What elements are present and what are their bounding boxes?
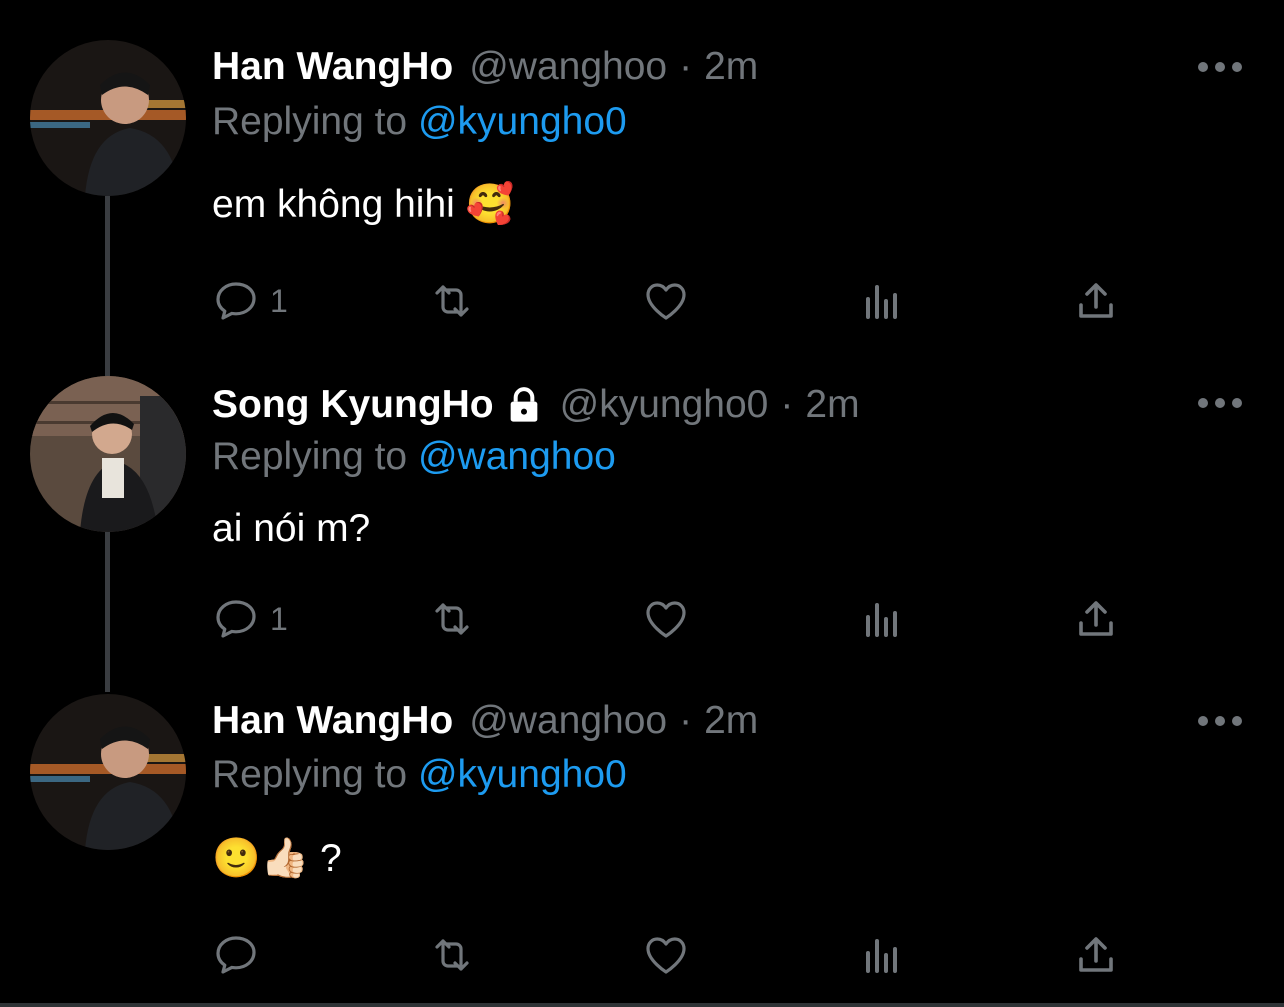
views-icon	[866, 939, 897, 973]
like-icon	[646, 937, 686, 974]
replying-label: Replying to	[212, 753, 408, 796]
lock-icon	[510, 387, 537, 422]
mention-link[interactable]: @kyungho0	[418, 753, 627, 796]
views-icon	[866, 603, 897, 637]
retweet-button[interactable]	[428, 276, 476, 326]
mention-link[interactable]: @wanghoo	[418, 435, 616, 478]
reply-icon	[216, 282, 256, 320]
share-icon	[1079, 601, 1113, 636]
share-icon	[1079, 283, 1113, 318]
share-button[interactable]	[1072, 594, 1120, 644]
views-button[interactable]	[858, 930, 906, 980]
like-icon	[646, 601, 686, 638]
more-icon[interactable]	[1198, 60, 1242, 74]
reply-icon	[216, 936, 256, 974]
replying-to: Replying to @kyungho0	[212, 750, 627, 800]
more-icon[interactable]	[1198, 714, 1242, 728]
views-icon	[866, 285, 897, 319]
tweet-header: Han WangHo @wanghoo · 2m	[212, 42, 758, 92]
views-button[interactable]	[858, 276, 906, 326]
tweet-text: ai nói m?	[212, 507, 371, 550]
user-handle[interactable]: @kyungho0	[560, 380, 769, 430]
avatar[interactable]	[30, 376, 186, 532]
avatar[interactable]	[30, 694, 186, 850]
separator: ·	[679, 45, 693, 88]
share-icon	[1079, 937, 1113, 972]
tweet-text: em không hihi 🥰	[212, 183, 515, 226]
tweet-header: Song KyungHo @kyungho0 · 2m	[212, 380, 860, 430]
action-bar: 1	[0, 276, 1284, 326]
user-handle[interactable]: @wanghoo	[469, 42, 667, 92]
retweet-icon	[435, 285, 469, 317]
separator: ·	[780, 383, 794, 426]
retweet-icon	[435, 603, 469, 635]
replying-to: Replying to @kyungho0	[212, 97, 627, 147]
display-name[interactable]: Song KyungHo	[212, 380, 494, 430]
like-button[interactable]	[642, 594, 690, 644]
conversation-thread: Han WangHo @wanghoo · 2m Replying to @ky…	[0, 0, 1284, 1007]
avatar[interactable]	[30, 40, 186, 196]
more-icon[interactable]	[1198, 396, 1242, 410]
user-handle[interactable]: @wanghoo	[469, 696, 667, 746]
reply-count: 1	[270, 282, 288, 319]
replying-label: Replying to	[212, 100, 408, 143]
retweet-button[interactable]	[428, 594, 476, 644]
reply-button[interactable]: 1	[212, 594, 288, 644]
share-button[interactable]	[1072, 276, 1120, 326]
display-name[interactable]: Han WangHo	[212, 696, 453, 746]
timestamp[interactable]: 2m	[704, 696, 758, 746]
reply-button[interactable]	[212, 930, 270, 980]
views-button[interactable]	[858, 594, 906, 644]
retweet-icon	[435, 939, 469, 971]
mention-link[interactable]: @kyungho0	[418, 100, 627, 143]
reply-button[interactable]: 1	[212, 276, 288, 326]
timestamp[interactable]: 2m	[704, 42, 758, 92]
like-button[interactable]	[642, 276, 690, 326]
like-button[interactable]	[642, 930, 690, 980]
tweet-header: Han WangHo @wanghoo · 2m	[212, 696, 758, 746]
replying-to: Replying to @wanghoo	[212, 432, 616, 482]
divider	[0, 1003, 1284, 1007]
action-bar	[0, 930, 1284, 980]
timestamp[interactable]: 2m	[805, 380, 859, 430]
share-button[interactable]	[1072, 930, 1120, 980]
reply-icon	[216, 600, 256, 638]
separator: ·	[679, 699, 693, 742]
replying-label: Replying to	[212, 435, 408, 478]
like-icon	[646, 283, 686, 320]
tweet-text: 🙂👍🏻 ?	[212, 837, 342, 880]
reply-count: 1	[270, 600, 288, 637]
action-bar: 1	[0, 594, 1284, 644]
retweet-button[interactable]	[428, 930, 476, 980]
display-name[interactable]: Han WangHo	[212, 42, 453, 92]
